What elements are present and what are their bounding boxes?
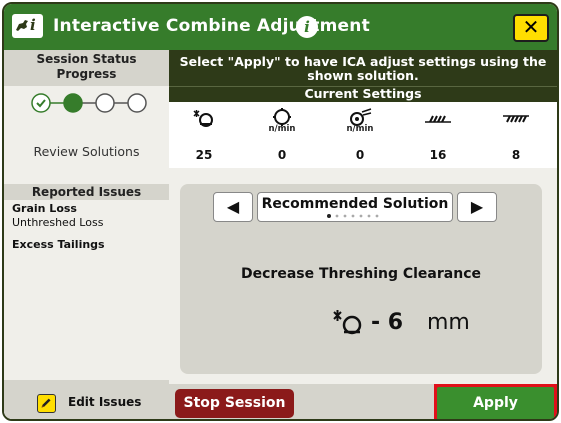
issue-detail: Unthreshed Loss [12, 216, 104, 229]
instruction-text: Select "Apply" to have ICA adjust settin… [169, 50, 557, 86]
setting-sieve: 8 [483, 102, 549, 168]
setting-value: 0 [355, 148, 365, 162]
solution-area: ◀ Recommended Solution ▶ Decrease Thresh… [169, 168, 557, 384]
setting-value: 8 [511, 148, 521, 162]
title-bar: i Interactive Combine Adjustment i ✕ [4, 4, 557, 50]
pencil-icon [37, 394, 56, 413]
progress-steps [31, 93, 147, 113]
page-dot [351, 214, 355, 218]
page-dot [327, 214, 331, 218]
current-settings-header: Current Settings [169, 86, 557, 102]
previous-solution-button[interactable]: ◀ [213, 192, 253, 222]
page-dot [335, 214, 339, 218]
setting-fan-speed: n/min 0 [327, 102, 393, 168]
edit-issues-button[interactable]: Edit Issues [4, 380, 169, 419]
setting-threshing-clearance: 25 [171, 102, 237, 168]
apply-button[interactable]: Apply [437, 387, 554, 419]
solution-value: - 6 [371, 310, 404, 335]
setting-unit: n/min [346, 124, 374, 134]
setting-value: 16 [429, 148, 447, 162]
progress-step [127, 93, 147, 113]
setting-chaffer: 16 [405, 102, 471, 168]
session-status-label: Session Status [36, 52, 137, 66]
reported-issues-header: Reported Issues [4, 184, 169, 200]
solution-description: Decrease Threshing Clearance [241, 266, 481, 282]
progress-step [63, 93, 83, 113]
progress-label: Progress [56, 67, 117, 81]
solution-page-dots [327, 214, 379, 218]
threshing-clearance-icon [333, 310, 362, 335]
current-settings-row: 25 n/min 0 n/min 0 16 8 [169, 102, 557, 168]
setting-value: 25 [195, 148, 213, 162]
bottom-bar: Stop Session Apply [169, 384, 557, 419]
page-dot [367, 214, 371, 218]
window-title: Interactive Combine Adjustment [53, 16, 370, 36]
threshing-clearance-icon [193, 110, 213, 127]
left-panel: Session Status Progress Review Solutions… [4, 50, 169, 419]
issue-title: Grain Loss [12, 202, 77, 215]
progress-step [31, 93, 51, 113]
close-button[interactable]: ✕ [513, 14, 549, 42]
stop-session-button[interactable]: Stop Session [175, 389, 294, 418]
solution-header-label: Recommended Solution [261, 196, 449, 212]
current-step-label: Review Solutions [33, 144, 140, 159]
session-status-header: Session Status Progress [4, 50, 169, 86]
john-deere-icon: i [12, 14, 43, 38]
issue-title: Excess Tailings [12, 238, 105, 251]
chaffer-icon [425, 115, 451, 123]
page-dot [375, 214, 379, 218]
page-dot [359, 214, 363, 218]
info-icon[interactable]: i [296, 16, 318, 38]
sieve-icon [503, 115, 529, 123]
solution-card: ◀ Recommended Solution ▶ Decrease Thresh… [180, 184, 542, 374]
setting-rotor-speed: n/min 0 [249, 102, 315, 168]
progress-step [95, 93, 115, 113]
solution-unit: mm [427, 310, 470, 335]
setting-value: 0 [277, 148, 287, 162]
ica-window: i Interactive Combine Adjustment i ✕ Ses… [2, 2, 559, 421]
page-dot [343, 214, 347, 218]
next-solution-button[interactable]: ▶ [457, 192, 497, 222]
setting-unit: n/min [268, 124, 296, 134]
edit-issues-label: Edit Issues [68, 395, 142, 409]
